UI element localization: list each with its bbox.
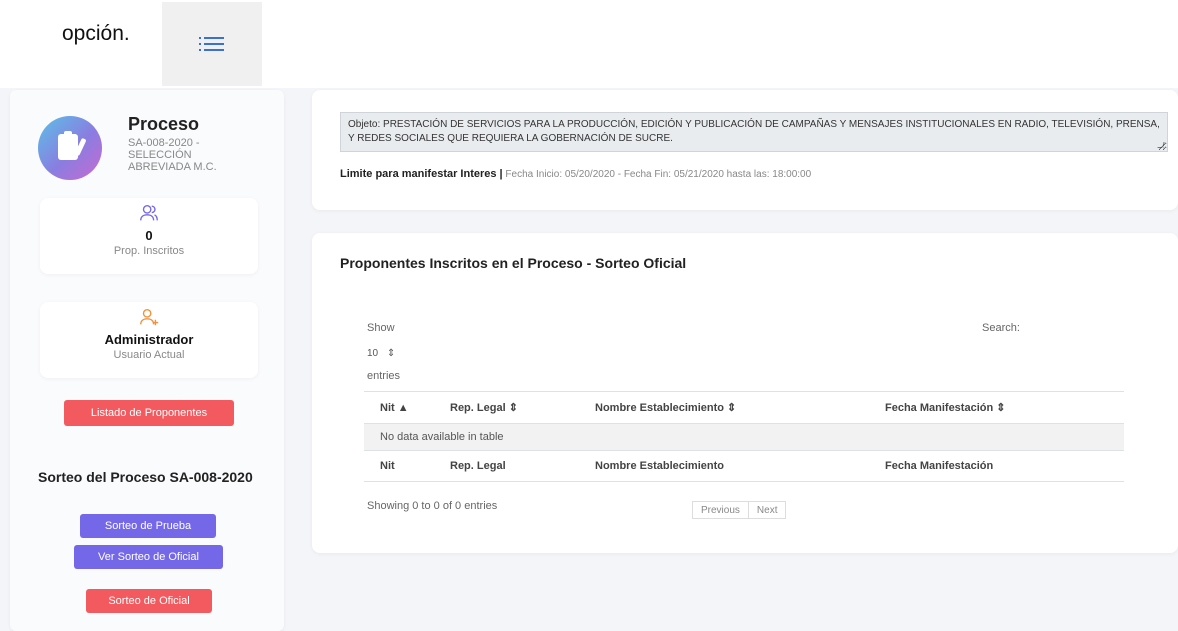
users-icon [140,204,158,221]
search-label: Search: [982,322,1020,334]
proponentes-panel: Proponentes Inscritos en el Proceso - So… [312,233,1178,553]
process-subtitle: SA-008-2020 - SELECCIÓN ABREVIADA M.C. [128,137,217,173]
col-nit-footer: Nit [364,450,434,482]
objeto-text: Objeto: PRESTACIÓN DE SERVICIOS PARA LA … [348,119,1160,144]
col-rep-legal-footer: Rep. Legal [434,450,579,482]
current-user-name: Administrador [104,332,194,347]
col-nit-header[interactable]: Nit ▲ [364,391,434,424]
limite-fechas: Fecha Inicio: 05/20/2020 - Fecha Fin: 05… [502,169,812,180]
inscritos-card: 0 Prop. Inscritos [40,198,258,274]
next-button[interactable]: Next [747,502,786,518]
table-footer-row: Nit Rep. Legal Nombre Establecimiento Fe… [364,450,1124,482]
sorteo-prueba-button[interactable]: Sorteo de Prueba [80,514,216,538]
page-length-value: 10 [367,348,379,359]
pagination: Previous Next [692,501,787,519]
table-header-row: Nit ▲ Rep. Legal ⇕ Nombre Establecimient… [364,391,1124,424]
process-title: Proceso [128,114,200,134]
list-icon [199,34,225,54]
previous-button[interactable]: Previous [693,502,748,518]
col-rep-legal-header[interactable]: Rep. Legal ⇕ [434,391,579,424]
current-user-card: Administrador Usuario Actual [40,302,258,378]
col-nombre-header[interactable]: Nombre Establecimiento ⇕ [579,391,869,424]
top-strip: opción. [0,0,1178,86]
listado-proponentes-button[interactable]: Listado de Proponentes [64,400,234,426]
sorteo-heading: Sorteo del Proceso SA-008-2020 [38,469,253,485]
show-label: Show [367,322,395,334]
limite-line: Limite para manifestar Interes | Fecha I… [340,168,811,180]
sidebar: Proceso SA-008-2020 - SELECCIÓN ABREVIAD… [10,90,284,631]
inscritos-count: 0 [145,228,153,243]
panel-title: Proponentes Inscritos en el Proceso - So… [340,255,687,271]
sort-icon: ⇕ [727,402,737,414]
table-info: Showing 0 to 0 of 0 entries [367,500,498,512]
sort-icon: ⇕ [996,402,1006,414]
process-info-panel: Objeto: PRESTACIÓN DE SERVICIOS PARA LA … [312,90,1178,210]
current-user-label: Usuario Actual [113,349,185,361]
ver-sorteo-oficial-button[interactable]: Ver Sorteo de Oficial [74,545,223,569]
menu-button[interactable] [162,2,262,86]
col-fecha-footer: Fecha Manifestación [869,450,1124,482]
proponentes-table: Nit ▲ Rep. Legal ⇕ Nombre Establecimient… [364,391,1124,482]
user-add-icon [140,308,159,326]
sorteo-oficial-button[interactable]: Sorteo de Oficial [86,589,212,613]
empty-message: No data available in table [364,423,1124,451]
entries-label: entries [367,370,401,382]
resize-handle-icon[interactable] [1157,142,1165,148]
col-fecha-header[interactable]: Fecha Manifestación ⇕ [869,391,1124,424]
table-row: No data available in table [364,423,1124,451]
sort-icon: ⇕ [508,402,518,414]
sort-asc-icon: ▲ [397,401,409,414]
page-length-select[interactable]: 10 ⇕ [367,348,395,359]
document-fragment-text: opción. [62,22,130,45]
select-arrows-icon: ⇕ [386,348,396,359]
clipboard-icon [38,116,102,180]
inscritos-label: Prop. Inscritos [113,245,185,257]
objeto-textarea[interactable]: Objeto: PRESTACIÓN DE SERVICIOS PARA LA … [340,112,1168,152]
col-nombre-footer: Nombre Establecimiento [579,450,869,482]
limite-label: Limite para manifestar Interes | [340,168,503,180]
